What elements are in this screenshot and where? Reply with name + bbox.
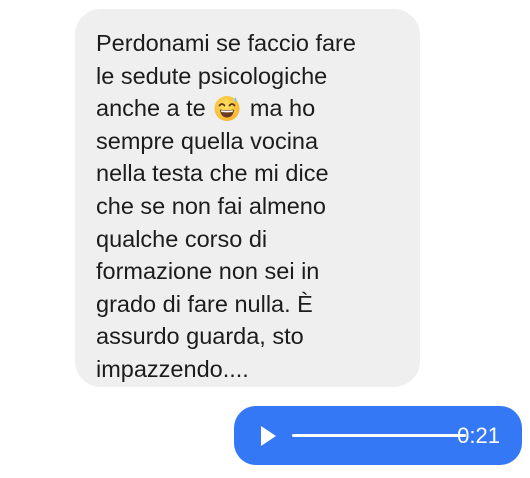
message-line: che se non fai almeno: [96, 192, 326, 219]
play-icon[interactable]: [254, 422, 282, 450]
message-line: anche a te ma ho: [96, 92, 402, 125]
message-line: grado di fare nulla. È: [96, 290, 313, 317]
message-line: Perdonami se faccio fare: [96, 30, 356, 56]
grinning-face-with-sweat-icon: [214, 96, 240, 122]
message-line: qualche corso di: [96, 225, 268, 252]
message-line: formazione non sei in: [96, 258, 320, 285]
audio-progress-track[interactable]: [292, 434, 466, 437]
message-text: ma ho: [249, 95, 316, 122]
incoming-message-bubble[interactable]: Perdonami se faccio fare le sedute psico…: [75, 9, 420, 387]
message-line: sempre quella vocina: [96, 127, 319, 154]
message-line: impazzendo....: [96, 355, 249, 382]
message-text: anche a te: [96, 95, 206, 122]
outgoing-audio-message[interactable]: 0:21: [234, 406, 522, 465]
message-line: assurdo guarda, sto: [96, 323, 304, 350]
message-line: nella testa che mi dice: [96, 160, 329, 187]
audio-duration: 0:21: [457, 423, 500, 448]
message-line: le sedute psicologiche: [96, 62, 328, 89]
chat-thread: Perdonami se faccio fare le sedute psico…: [0, 0, 530, 478]
